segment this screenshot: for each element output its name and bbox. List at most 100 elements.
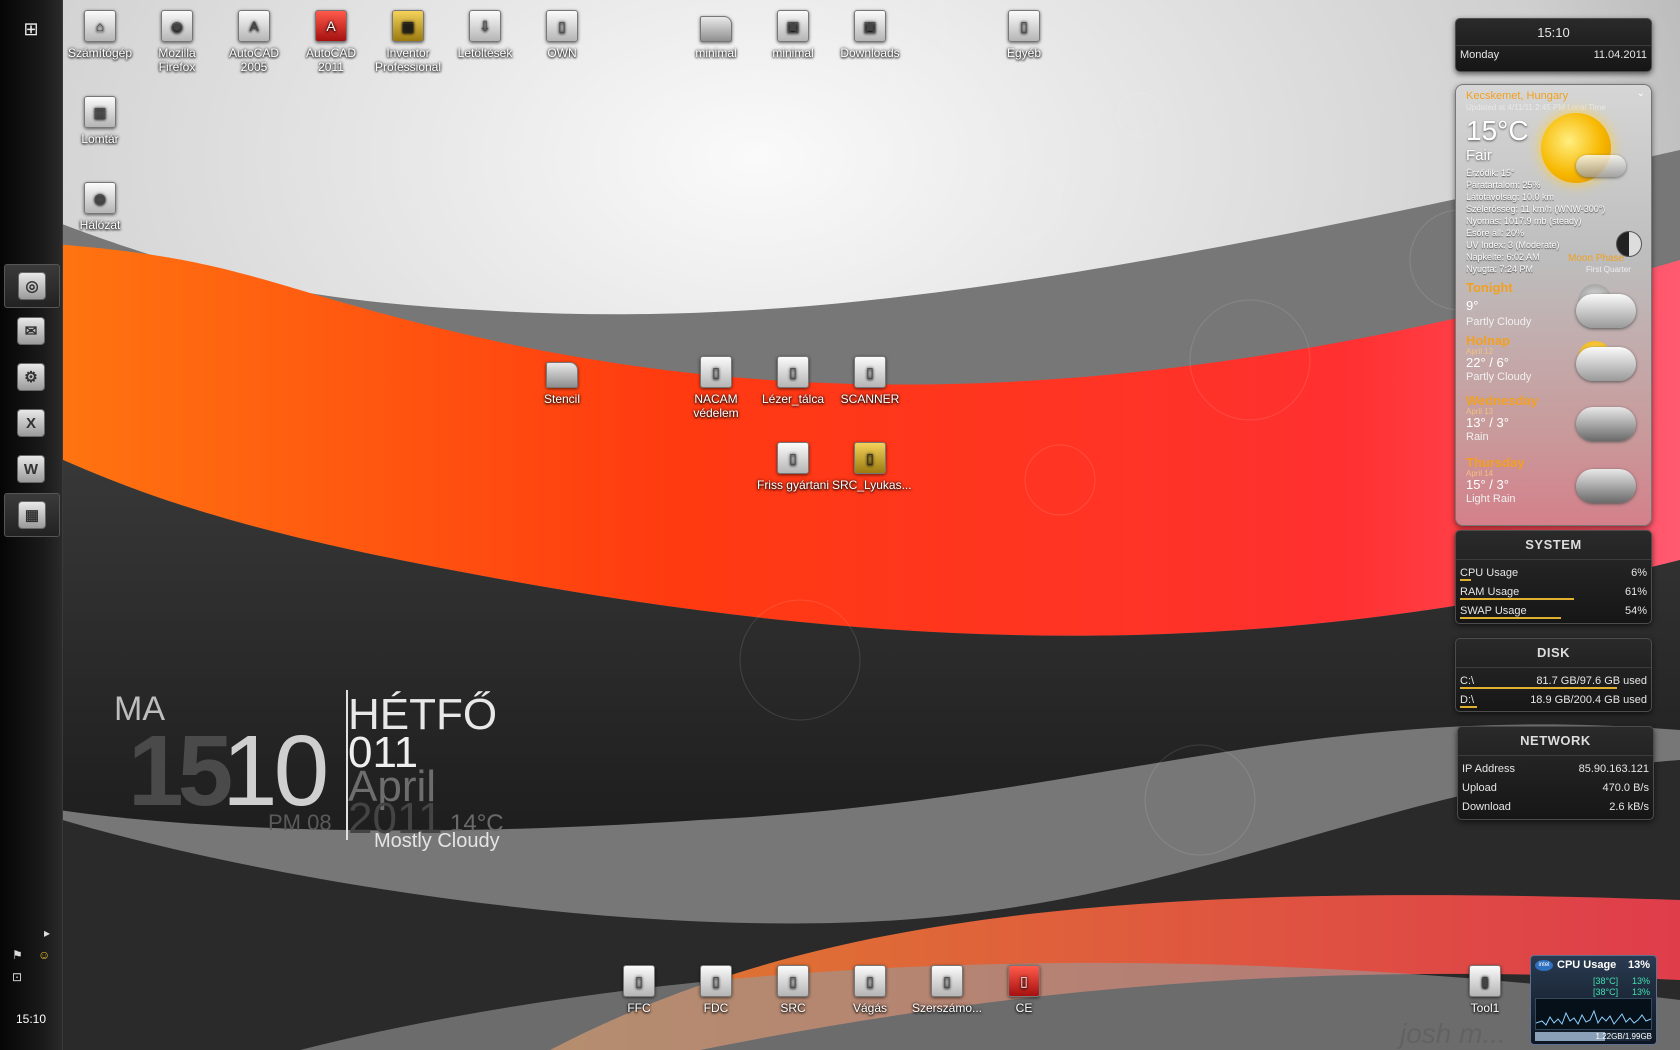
desktop-icon-label: Vágás	[852, 1001, 888, 1015]
disk-row: D:\ 18.9 GB/200.4 GB used	[1456, 691, 1651, 710]
desktop-icon-label: FDC	[703, 1001, 729, 1015]
desktop-icon-label: Inventor Professional	[374, 46, 442, 74]
system-tray: ▸ ⚑ ☺ ⊡ 15:10	[0, 920, 62, 1050]
network-label: Upload	[1462, 782, 1497, 794]
shortcut-icon: ▯	[700, 356, 732, 388]
shortcut-icon: ⌂	[84, 10, 116, 42]
mail-icon: ✉	[17, 317, 45, 345]
cpu-meter-gadget[interactable]: intel CPU Usage 13% [38°C] 13% [38°C] 13…	[1530, 955, 1657, 1045]
system-gadget[interactable]: SYSTEM CPU Usage 6% RAM Usage 61% SWAP Usage…	[1455, 530, 1652, 624]
shortcut-icon: ◍	[84, 182, 116, 214]
desktop-icon[interactable]: ▯ SRC	[755, 965, 831, 1015]
taskbar-button-excel[interactable]: X	[4, 402, 58, 444]
taskbar-button-word[interactable]: W	[4, 448, 58, 490]
network-label: Download	[1462, 801, 1511, 813]
start-button[interactable]: ⊞	[18, 16, 44, 42]
desktop-icon-label: Számítógép	[67, 46, 133, 60]
memory-text: 1.22GB/1.99GB	[1595, 1032, 1652, 1041]
big-clock-widget: MA 15 10 HÉTFŐ 011 April 2011 PM 08 14°C…	[110, 690, 530, 860]
desktop-icon[interactable]: ▯ Szerszámo...	[909, 965, 985, 1015]
desktop-icon-label: SRC	[780, 1001, 806, 1015]
desktop-icon[interactable]: ⇩ Letöltések	[447, 10, 523, 60]
system-row: SWAP Usage 54%	[1456, 602, 1651, 621]
gadget-time: 15:10	[1456, 19, 1651, 46]
desktop-icon[interactable]: ◉ Mozilla Firefox	[139, 10, 215, 74]
desktop-icon[interactable]: ◍ Hálózat	[62, 182, 138, 232]
desktop-icon[interactable]: minimal	[678, 10, 754, 60]
forecast-condition: Partly Cloudy	[1466, 316, 1532, 328]
core2-temp: [38°C]	[1593, 987, 1619, 997]
moon-cloud-icon	[1576, 294, 1636, 328]
desktop-icon[interactable]: ▯ FDC	[678, 965, 754, 1015]
taskbar-button-inventor[interactable]: ▦	[4, 493, 60, 537]
desktop-icon[interactable]: A AutoCAD 2005	[216, 10, 292, 74]
inventor-icon: ▦	[18, 501, 46, 529]
desktop-icon[interactable]: ▥ Lomtár	[62, 96, 138, 146]
clock-pm: PM 08	[268, 810, 332, 835]
desktop-icon-label: Mozilla Firefox	[158, 46, 196, 74]
system-value: 6%	[1631, 567, 1647, 579]
desktop-icon-label: Lomtár	[81, 132, 119, 146]
desktop-icon[interactable]: ▯ Vágás	[832, 965, 908, 1015]
disk-usage-bar	[1460, 687, 1617, 689]
shortcut-icon: ▯	[854, 356, 886, 388]
weather-detail: Nyugta: 7:24 PM	[1466, 264, 1534, 274]
desktop-icon[interactable]: ▦ Inventor Professional	[370, 10, 446, 74]
shortcut-icon: ▯	[777, 356, 809, 388]
desktop-icon[interactable]: ▯ NACAM védelem	[678, 356, 754, 420]
word-icon: W	[17, 455, 45, 483]
messenger-icon[interactable]: ☺	[38, 948, 50, 962]
network-label: IP Address	[1462, 763, 1515, 775]
desktop-icon[interactable]: ▣ Downloads	[832, 10, 908, 60]
intel-logo-icon: intel	[1535, 960, 1553, 971]
desktop-icon-label: Szerszámo...	[911, 1001, 983, 1015]
disk-gadget[interactable]: DISK C:\ 81.7 GB/97.6 GB used D:\ 18.9 GB/2…	[1455, 638, 1652, 712]
desktop-icon[interactable]: ▯ SRC_Lyukas...	[832, 442, 912, 492]
desktop-icon-label: minimal	[695, 46, 737, 60]
weather-gadget[interactable]: Kecskemet, Hungary ⌄ Updated at 4/11/11 …	[1455, 84, 1652, 526]
desktop-icon[interactable]: ▯ FFC	[601, 965, 677, 1015]
taskbar-clock[interactable]: 15:10	[0, 1012, 62, 1026]
taskbar-button-mail[interactable]: ✉	[4, 310, 58, 352]
desktop-icon-label: FFC	[627, 1001, 651, 1015]
shortcut-icon: ▯	[777, 965, 809, 997]
shortcut-icon: ▯	[700, 965, 732, 997]
network-gadget[interactable]: NETWORK IP Address 85.90.163.121 Upload 470…	[1457, 726, 1654, 820]
disk-value: 18.9 GB/200.4 GB used	[1530, 694, 1647, 706]
chevron-right-icon[interactable]: ▸	[44, 926, 50, 940]
desktop-icon[interactable]: ⌂ Számítógép	[62, 10, 138, 60]
network-tray-icon[interactable]: ⊡	[12, 970, 22, 984]
shortcut-icon: ◉	[161, 10, 193, 42]
desktop-icon-label: Hálózat	[79, 218, 121, 232]
desktop-icon[interactable]: ▯ CE	[986, 965, 1062, 1015]
desktop-icon[interactable]: ▯ OWN	[524, 10, 600, 60]
network-value: 2.6 kB/s	[1609, 801, 1649, 813]
desktop-icon[interactable]: ▯ Friss gyártani	[755, 442, 831, 492]
desktop-icon[interactable]: ▯ Egyéb	[986, 10, 1062, 60]
desktop-icon[interactable]: Stencil	[524, 356, 600, 406]
desktop-icon[interactable]: ▯ SCANNER	[832, 356, 908, 406]
taskbar-button-chrome[interactable]: ◎	[4, 264, 60, 308]
shortcut-icon: ▯	[931, 965, 963, 997]
flag-icon[interactable]: ⚑	[12, 948, 23, 962]
chevron-down-icon[interactable]: ⌄	[1637, 88, 1645, 99]
desktop-icon-label: AutoCAD 2005	[228, 46, 280, 74]
shortcut-icon: ⇩	[469, 10, 501, 42]
desktop-icon[interactable]: ▣ minimal	[755, 10, 831, 60]
disk-row: C:\ 81.7 GB/97.6 GB used	[1456, 672, 1651, 691]
forecast-condition: Light Rain	[1466, 493, 1516, 505]
chrome-icon: ◎	[18, 272, 46, 300]
shortcut-icon: ▯	[546, 10, 578, 42]
memory-bar-fill	[1535, 1032, 1605, 1041]
desktop-icon[interactable]: A AutoCAD 2011	[293, 10, 369, 74]
cpu-meter-title: CPU Usage	[1557, 959, 1617, 971]
system-usage-bar	[1460, 617, 1561, 619]
desktop-icon[interactable]: ▯ Lézer_tálca	[755, 356, 831, 406]
taskbar-button-settings[interactable]: ⚙	[4, 356, 58, 398]
clock-gadget[interactable]: 15:10 Monday 11.04.2011	[1455, 18, 1652, 72]
desktop-icon[interactable]: ▮ Tool1	[1447, 965, 1523, 1015]
desktop-icon-label: OWN	[547, 46, 577, 60]
sun-cloud-icon	[1576, 347, 1636, 381]
desktop-icon-label: minimal	[772, 46, 814, 60]
taskbar: ⊞ ◎ ✉ ⚙ X W ▦ ▸ ⚑ ☺ ⊡ 15:10	[0, 0, 63, 1050]
